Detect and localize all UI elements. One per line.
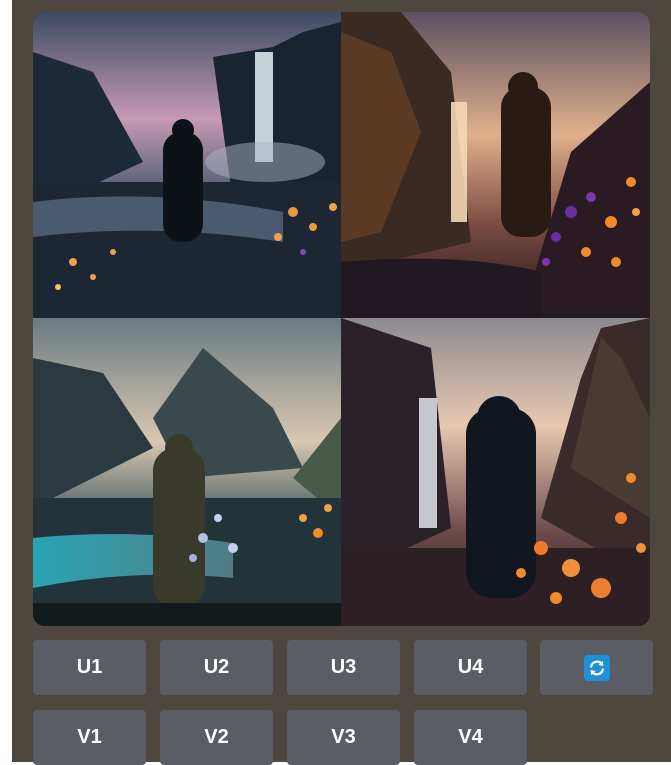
upscale-button-2[interactable]: U2 — [160, 640, 273, 695]
reroll-button[interactable] — [540, 640, 653, 695]
upscale-button-3[interactable]: U3 — [287, 640, 400, 695]
image-grid — [33, 12, 650, 626]
image-tile-2[interactable] — [341, 12, 650, 318]
variation-button-2[interactable]: V2 — [160, 710, 273, 765]
refresh-icon — [583, 654, 610, 681]
variation-button-1[interactable]: V1 — [33, 710, 146, 765]
image-tile-4[interactable] — [341, 318, 650, 626]
upscale-button-4[interactable]: U4 — [414, 640, 527, 695]
variation-button-3[interactable]: V3 — [287, 710, 400, 765]
variation-button-4[interactable]: V4 — [414, 710, 527, 765]
upscale-button-1[interactable]: U1 — [33, 640, 146, 695]
image-tile-1[interactable] — [33, 12, 341, 318]
image-tile-3[interactable] — [33, 318, 341, 626]
